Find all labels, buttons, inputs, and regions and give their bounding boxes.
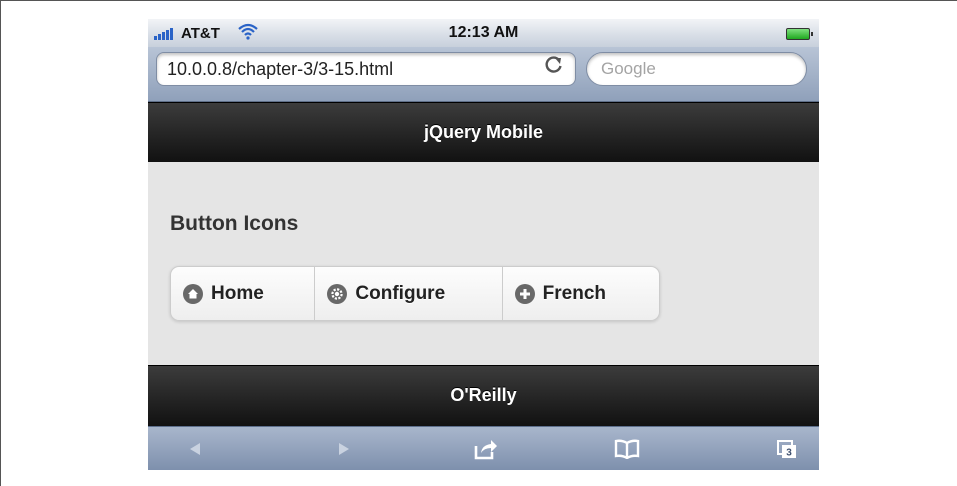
button-group: Home Configure French	[170, 266, 660, 321]
page-header: jQuery Mobile	[148, 102, 819, 163]
clock: 12:13 AM	[448, 24, 519, 41]
home-button-label: Home	[211, 282, 264, 304]
french-button[interactable]: French	[503, 267, 659, 320]
home-icon	[183, 283, 203, 304]
french-button-label: French	[542, 282, 606, 304]
content-title: Button Icons	[170, 212, 299, 235]
search-field[interactable]: Google	[586, 52, 807, 86]
frame-border-top	[0, 0, 957, 1]
back-arrow-icon[interactable]	[180, 427, 210, 470]
gear-icon	[327, 283, 348, 304]
plus-icon	[514, 283, 535, 304]
browser-toolbar: 3	[148, 426, 819, 470]
url-field[interactable]: 10.0.0.8/chapter-3/3-15.html	[156, 52, 576, 86]
phone-screen: AT&T 12:13 AM 10.0.0.8/chapter-3/3-15.ht…	[148, 19, 819, 470]
share-icon[interactable]	[466, 427, 506, 470]
status-bar: AT&T 12:13 AM	[148, 19, 819, 47]
page-content: Button Icons Home Configure French	[148, 162, 819, 364]
header-title: jQuery Mobile	[423, 122, 544, 142]
reload-icon[interactable]	[544, 55, 564, 81]
tabs-count: 3	[786, 448, 792, 459]
forward-arrow-icon[interactable]	[329, 427, 359, 470]
address-bar: 10.0.0.8/chapter-3/3-15.html Google	[148, 47, 819, 102]
page-footer: O'Reilly	[148, 365, 819, 426]
tabs-icon[interactable]: 3	[770, 427, 804, 470]
home-button[interactable]: Home	[171, 267, 316, 320]
configure-button[interactable]: Configure	[315, 267, 503, 320]
battery-icon	[786, 28, 813, 40]
frame-border-left	[0, 0, 1, 486]
footer-title: O'Reilly	[450, 385, 517, 405]
configure-button-label: Configure	[355, 282, 446, 304]
bookmarks-icon[interactable]	[607, 427, 647, 470]
